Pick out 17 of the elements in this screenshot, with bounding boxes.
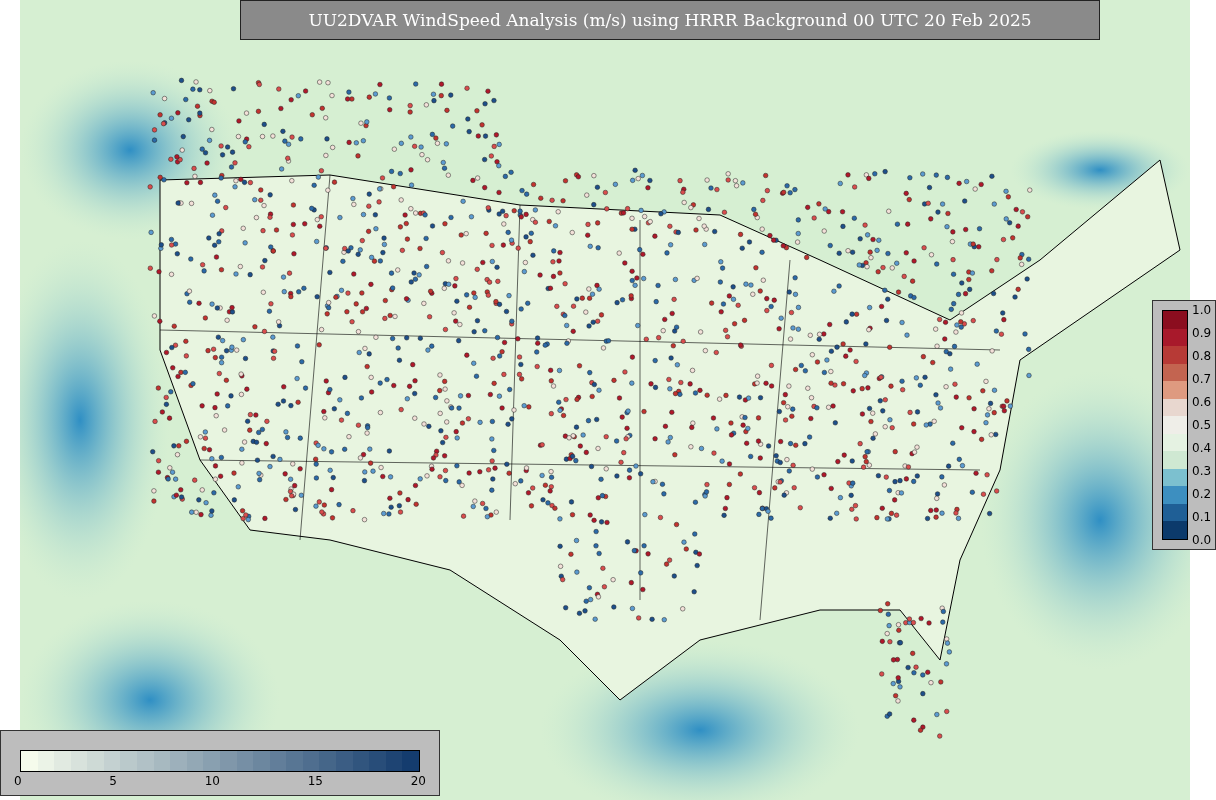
map-title: UU2DVAR WindSpeed Analysis (m/s) using HRRR Background 00 UTC 20 Feb 2025 [240, 0, 1100, 40]
tick-label: 20 [410, 774, 426, 788]
tick-label: 0.2 [1192, 487, 1212, 501]
tick-label: 0.0 [1192, 533, 1212, 547]
tick-label: 0.5 [1192, 418, 1212, 432]
tick-label: 15 [307, 774, 323, 788]
tick-label: 0.6 [1192, 395, 1212, 409]
tick-label: 0.1 [1192, 510, 1212, 524]
tick-label: 0.8 [1192, 349, 1212, 363]
tick-label: 0.3 [1192, 464, 1212, 478]
tick-label: 0.7 [1192, 372, 1212, 386]
tick-label: 10 [204, 774, 220, 788]
tick-label: 5 [109, 774, 117, 788]
tick-label: 0.4 [1192, 441, 1212, 455]
tick-label: 1.0 [1192, 303, 1212, 317]
tick-label: 0.9 [1192, 326, 1212, 340]
tick-label: 0 [14, 774, 22, 788]
